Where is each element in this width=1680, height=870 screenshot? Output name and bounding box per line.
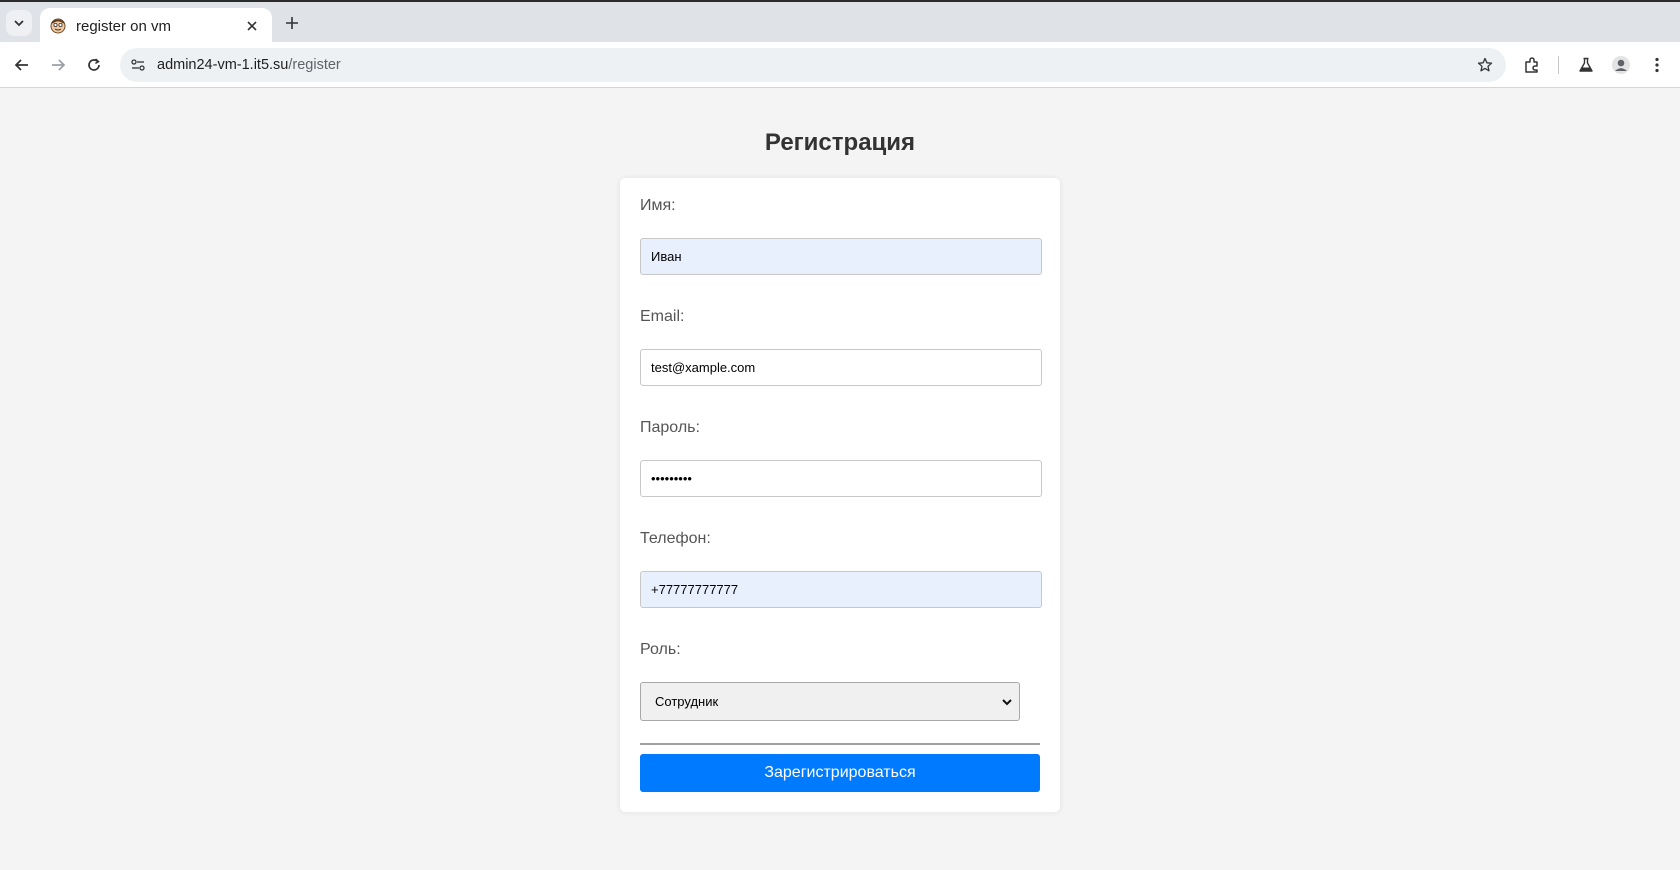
register-form: Имя: Иван Email: test@xample.com Пароль:…: [620, 178, 1060, 812]
register-button[interactable]: Зарегистрироваться: [640, 754, 1040, 792]
address-bar[interactable]: admin24-vm-1.it5.su/register: [120, 48, 1506, 82]
labs-icon[interactable]: [1573, 52, 1599, 78]
tab-strip: register on vm: [0, 0, 1680, 44]
reload-icon[interactable]: [81, 52, 107, 78]
forward-icon[interactable]: [45, 52, 71, 78]
close-icon[interactable]: [242, 16, 262, 36]
menu-icon[interactable]: [1644, 52, 1670, 78]
url-path: /register: [288, 57, 341, 73]
url-text[interactable]: admin24-vm-1.it5.su/register: [157, 57, 341, 73]
email-label: Email:: [640, 308, 685, 325]
email-input[interactable]: test@xample.com: [640, 349, 1042, 386]
tab-search-button[interactable]: [6, 10, 32, 36]
url-host: admin24-vm-1.it5.su: [157, 57, 289, 73]
profile-icon[interactable]: [1608, 52, 1634, 78]
name-input[interactable]: Иван: [640, 238, 1042, 275]
password-label: Пароль:: [640, 419, 700, 436]
tab-register[interactable]: register on vm: [40, 8, 272, 44]
browser-toolbar: admin24-vm-1.it5.su/register: [0, 42, 1680, 88]
page-title: Регистрация: [764, 129, 916, 156]
back-icon[interactable]: [9, 52, 35, 78]
tab-title: register on vm: [76, 17, 172, 35]
favicon-icon: [50, 18, 66, 34]
chevron-down-icon: [1001, 696, 1013, 708]
phone-input[interactable]: +77777777777: [640, 571, 1042, 608]
role-select[interactable]: Сотрудник: [640, 682, 1020, 721]
name-label: Имя:: [640, 197, 676, 214]
toolbar-divider: [1558, 56, 1559, 74]
extensions-icon[interactable]: [1519, 52, 1545, 78]
phone-label: Телефон:: [640, 530, 711, 547]
form-divider: [640, 743, 1040, 745]
chevron-down-icon: [14, 20, 24, 27]
password-input[interactable]: •••••••••: [640, 460, 1042, 497]
site-info-icon[interactable]: [126, 53, 150, 77]
role-label: Роль:: [640, 641, 681, 658]
star-icon[interactable]: [1474, 54, 1496, 76]
role-select-value: Сотрудник: [655, 694, 719, 709]
plus-icon[interactable]: [281, 12, 303, 34]
